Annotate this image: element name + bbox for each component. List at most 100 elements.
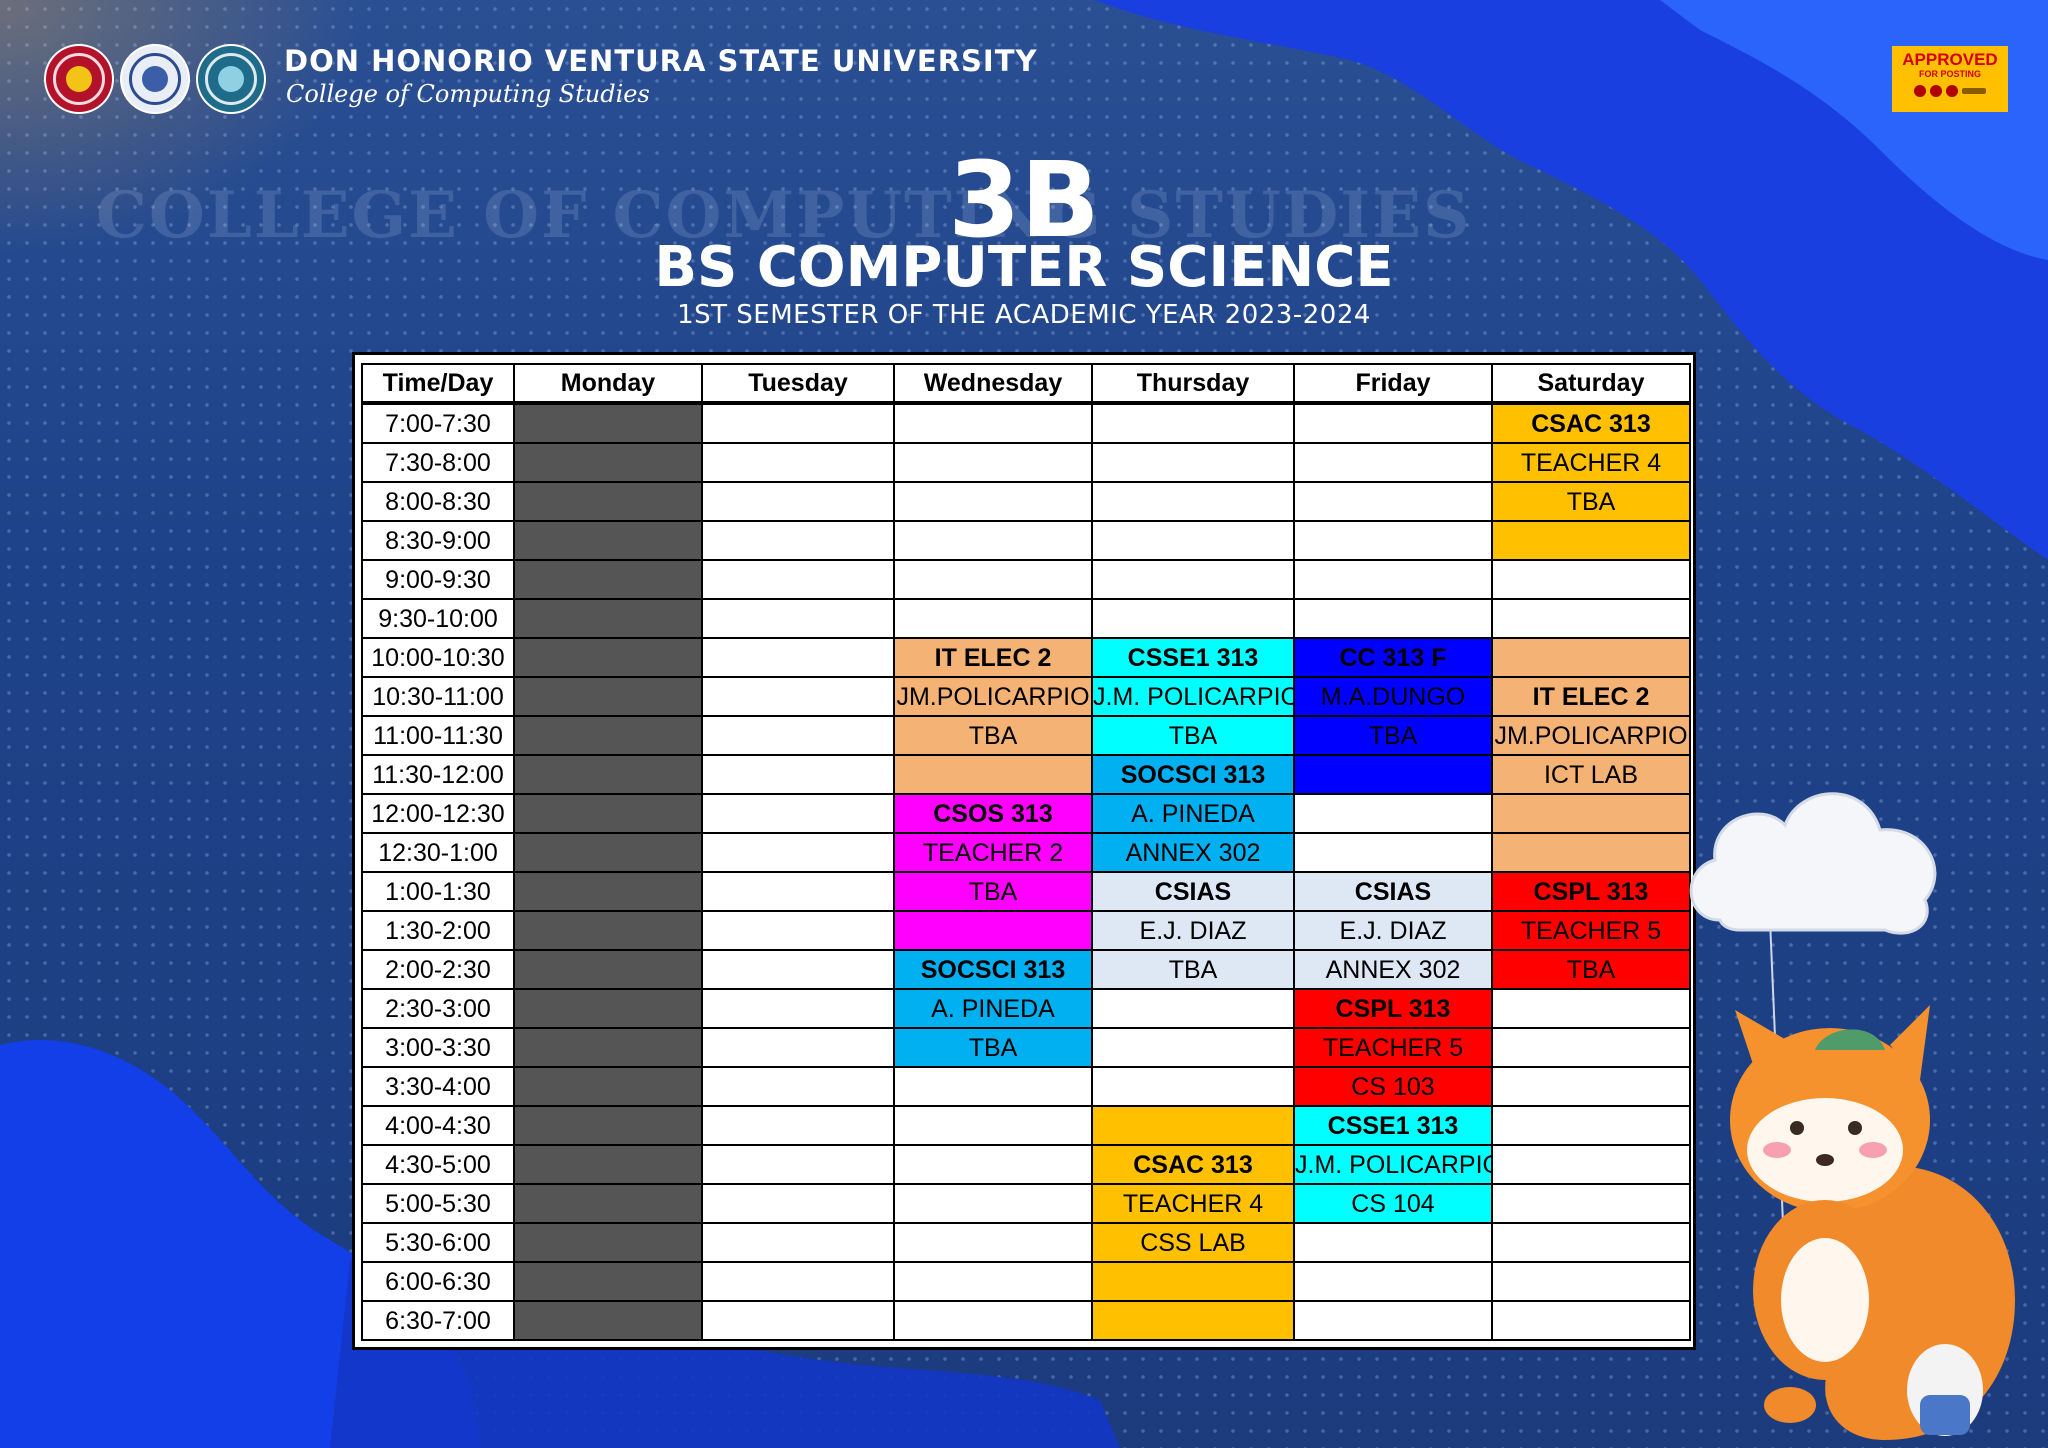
schedule-row: 10:00-10:30 IT ELEC 2 CSSE1 313 CC 313 F	[361, 637, 1691, 678]
empty-cell	[1293, 481, 1493, 522]
empty-cell	[701, 481, 895, 522]
class-code: CSPL 313	[1293, 988, 1493, 1029]
class-cell: E.J. DIAZ	[1293, 910, 1493, 951]
monday-cell	[513, 402, 703, 444]
empty-cell	[1491, 1105, 1691, 1146]
empty-cell	[1293, 1261, 1493, 1302]
empty-cell	[701, 715, 895, 756]
class-cell: J.M. POLICARPIO	[1293, 1144, 1493, 1185]
time-slot: 12:30-1:00	[361, 832, 515, 873]
time-slot: 6:00-6:30	[361, 1261, 515, 1302]
empty-cell	[1293, 1222, 1493, 1263]
empty-cell	[1091, 520, 1295, 561]
schedule-row: 7:00-7:30 CSAC 313	[361, 402, 1691, 444]
schedule-row: 12:00-12:30 CSOS 313 A. PINEDA	[361, 793, 1691, 834]
empty-cell	[1293, 402, 1493, 444]
schedule-row: 8:00-8:30 TBA	[361, 481, 1691, 522]
class-cell: ICT LAB	[1491, 754, 1691, 795]
empty-cell	[1491, 598, 1691, 639]
time-slot: 6:30-7:00	[361, 1300, 515, 1341]
schedule-row: 3:00-3:30 TBA TEACHER 5	[361, 1027, 1691, 1068]
approved-stamp: APPROVED FOR POSTING	[1892, 46, 2008, 112]
empty-cell	[1491, 1222, 1691, 1263]
empty-cell	[1091, 988, 1295, 1029]
empty-cell	[701, 442, 895, 483]
class-cell	[1091, 1300, 1295, 1341]
college-seal-icon	[122, 46, 188, 112]
class-code: CSOS 313	[893, 793, 1093, 834]
time-slot: 12:00-12:30	[361, 793, 515, 834]
empty-cell	[1293, 1300, 1493, 1341]
empty-cell	[1491, 559, 1691, 600]
empty-cell	[701, 988, 895, 1029]
monday-cell	[513, 637, 703, 678]
time-slot: 5:00-5:30	[361, 1183, 515, 1224]
empty-cell	[701, 832, 895, 873]
empty-cell	[1293, 442, 1493, 483]
class-cell: TBA	[1091, 949, 1295, 990]
class-cell: A. PINEDA	[1091, 793, 1295, 834]
program-title: BS COMPUTER SCIENCE	[654, 235, 1394, 300]
class-cell: TEACHER 5	[1293, 1027, 1493, 1068]
class-cell	[1491, 793, 1691, 834]
empty-cell	[701, 754, 895, 795]
schedule-row: 6:00-6:30	[361, 1261, 1691, 1302]
monday-cell	[513, 598, 703, 639]
empty-cell	[893, 1300, 1093, 1341]
monday-cell	[513, 1027, 703, 1068]
time-slot: 11:30-12:00	[361, 754, 515, 795]
empty-cell	[1491, 1300, 1691, 1341]
empty-cell	[701, 871, 895, 912]
class-cell: E.J. DIAZ	[1091, 910, 1295, 951]
time-slot: 7:30-8:00	[361, 442, 515, 483]
class-cell: TBA	[1491, 949, 1691, 990]
department-seal-icon	[198, 46, 264, 112]
time-slot: 10:30-11:00	[361, 676, 515, 717]
schedule-row: 11:00-11:30 TBA TBA TBA JM.POLICARPIO	[361, 715, 1691, 756]
empty-cell	[893, 1261, 1093, 1302]
class-cell	[1491, 832, 1691, 873]
monday-cell	[513, 676, 703, 717]
class-code: IT ELEC 2	[893, 637, 1093, 678]
class-cell: JM.POLICARPIO	[1491, 715, 1691, 756]
empty-cell	[1491, 1066, 1691, 1107]
approval-marks	[1892, 85, 2008, 97]
schedule-row: 7:30-8:00 TEACHER 4	[361, 442, 1691, 483]
header-saturday: Saturday	[1491, 363, 1691, 405]
empty-cell	[893, 442, 1093, 483]
schedule-header-row: Time/Day Monday Tuesday Wednesday Thursday Fr…	[361, 363, 1691, 405]
empty-cell	[1091, 442, 1295, 483]
class-cell: TEACHER 2	[893, 832, 1093, 873]
schedule-row: 9:00-9:30	[361, 559, 1691, 600]
class-cell: JM.POLICARPIO	[893, 676, 1093, 717]
class-cell	[1491, 637, 1691, 678]
monday-cell	[513, 949, 703, 990]
empty-cell	[701, 949, 895, 990]
empty-cell	[893, 1222, 1093, 1263]
time-slot: 10:00-10:30	[361, 637, 515, 678]
time-slot: 2:30-3:00	[361, 988, 515, 1029]
class-cell	[1491, 520, 1691, 561]
empty-cell	[701, 676, 895, 717]
empty-cell	[701, 598, 895, 639]
empty-cell	[1293, 832, 1493, 873]
empty-cell	[701, 1222, 895, 1263]
class-cell: ANNEX 302	[1091, 832, 1295, 873]
empty-cell	[1091, 1066, 1295, 1107]
schedule-row: 1:30-2:00 E.J. DIAZ E.J. DIAZ TEACHER 5	[361, 910, 1691, 951]
monday-cell	[513, 1222, 703, 1263]
time-slot: 7:00-7:30	[361, 402, 515, 444]
class-cell: TEACHER 4	[1091, 1183, 1295, 1224]
schedule-row: 6:30-7:00	[361, 1300, 1691, 1341]
class-cell: CS 103	[1293, 1066, 1493, 1107]
class-code: SOCSCI 313	[1091, 754, 1295, 795]
time-slot: 9:00-9:30	[361, 559, 515, 600]
university-name: DON HONORIO VENTURA STATE UNIVERSITY	[284, 44, 1038, 78]
approved-label: APPROVED	[1902, 50, 1998, 69]
university-seal-icon	[46, 46, 112, 112]
header-tuesday: Tuesday	[701, 363, 895, 405]
class-cell: TBA	[893, 715, 1093, 756]
fox-mascot-icon	[1730, 1005, 2015, 1440]
empty-cell	[1091, 598, 1295, 639]
class-cell: M.A.DUNGO	[1293, 676, 1493, 717]
